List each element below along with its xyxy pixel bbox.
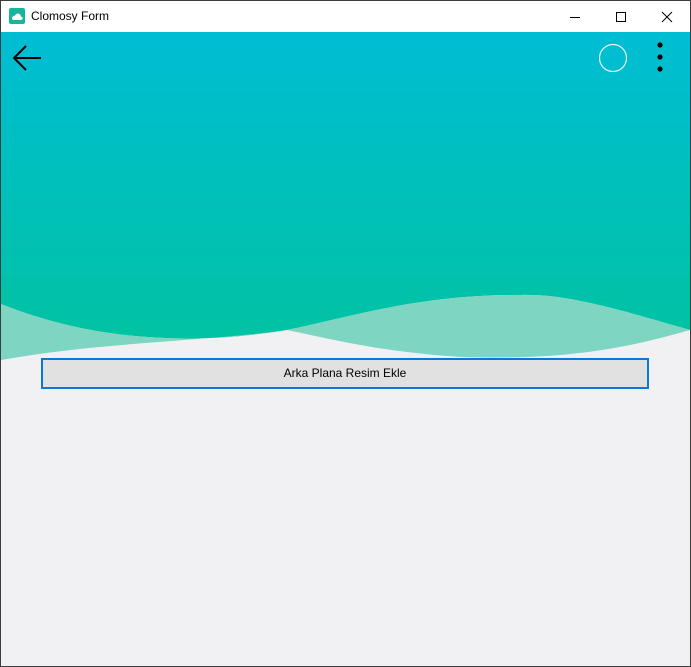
window-title: Clomosy Form [31, 9, 110, 23]
app-window: Clomosy Form Arka Plana Resim Ekle [0, 0, 691, 667]
maximize-button[interactable] [598, 1, 644, 32]
more-vertical-icon [657, 42, 663, 72]
maximize-icon [616, 12, 626, 22]
header-wave-background [1, 32, 690, 360]
form-content: Arka Plana Resim Ekle [1, 32, 690, 666]
close-button[interactable] [644, 1, 690, 32]
circle-icon [598, 43, 628, 73]
minimize-icon [570, 17, 580, 18]
more-menu-button[interactable] [647, 40, 671, 76]
app-icon [9, 8, 25, 24]
close-icon [661, 11, 673, 23]
arrow-left-icon [12, 45, 41, 71]
circle-button[interactable] [597, 42, 629, 74]
minimize-button[interactable] [552, 1, 598, 32]
title-bar: Clomosy Form [1, 1, 690, 32]
back-button[interactable] [7, 38, 47, 78]
add-background-image-button[interactable]: Arka Plana Resim Ekle [41, 358, 649, 389]
